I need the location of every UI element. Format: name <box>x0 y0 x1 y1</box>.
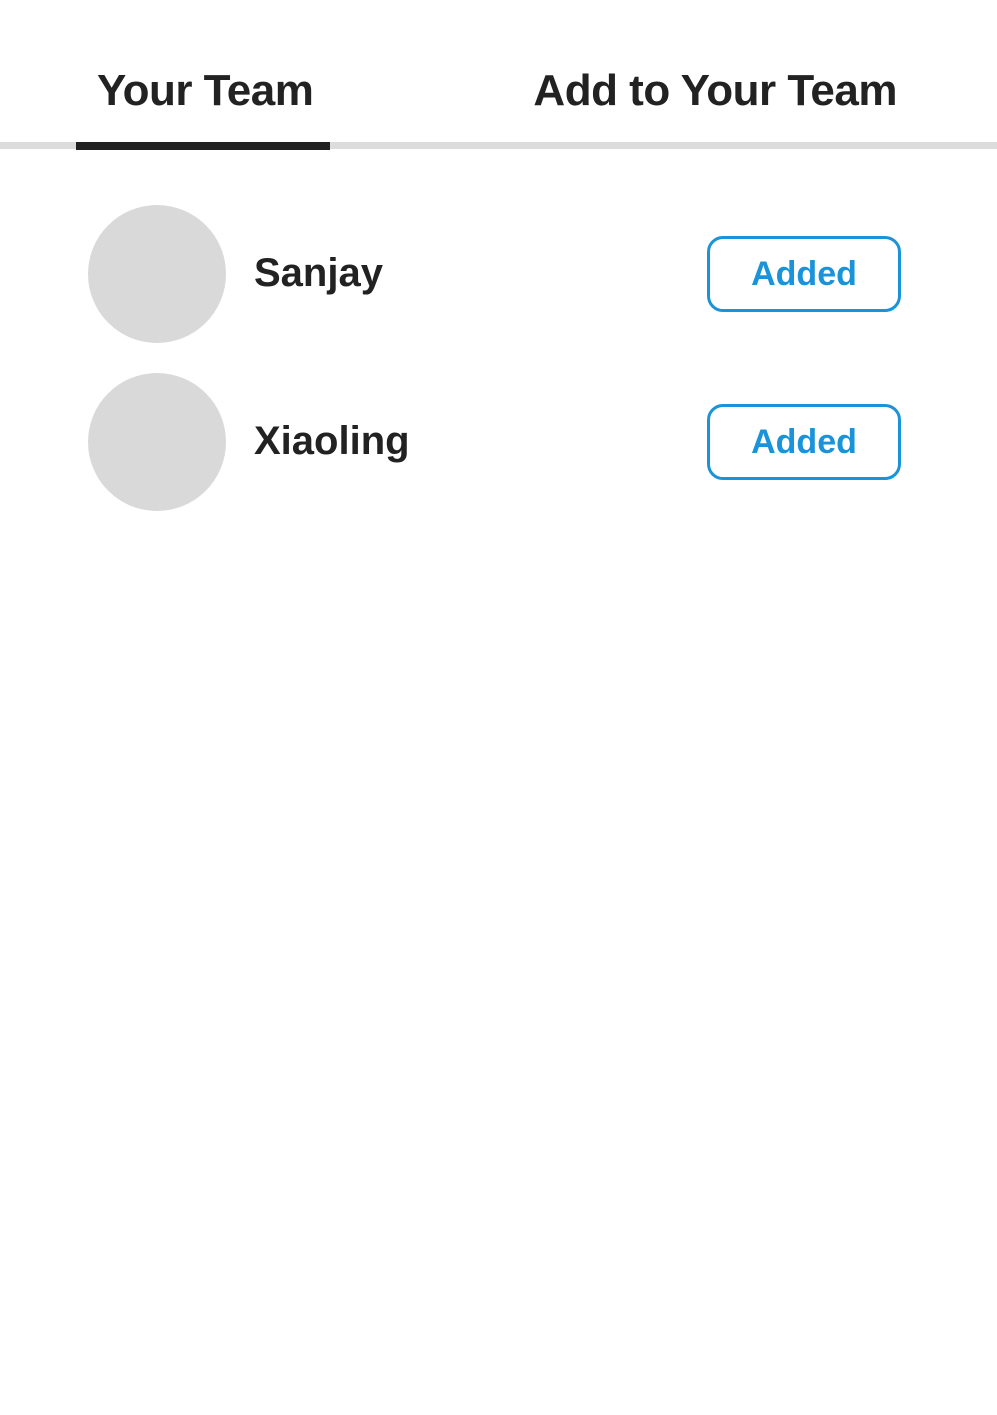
team-member-list: Sanjay Added Xiaoling Added <box>0 204 997 540</box>
tab-bar: Your Team Add to Your Team <box>0 0 997 150</box>
added-button[interactable]: Added <box>707 404 901 480</box>
member-name: Sanjay <box>254 251 383 295</box>
avatar <box>88 205 226 343</box>
active-tab-indicator <box>76 142 330 150</box>
tab-your-team[interactable]: Your Team <box>97 64 314 118</box>
member-name: Xiaoling <box>254 419 410 463</box>
added-button[interactable]: Added <box>707 236 901 312</box>
tab-add-to-your-team[interactable]: Add to Your Team <box>533 64 897 118</box>
list-item: Sanjay Added <box>0 204 997 372</box>
list-item: Xiaoling Added <box>0 372 997 540</box>
avatar <box>88 373 226 511</box>
